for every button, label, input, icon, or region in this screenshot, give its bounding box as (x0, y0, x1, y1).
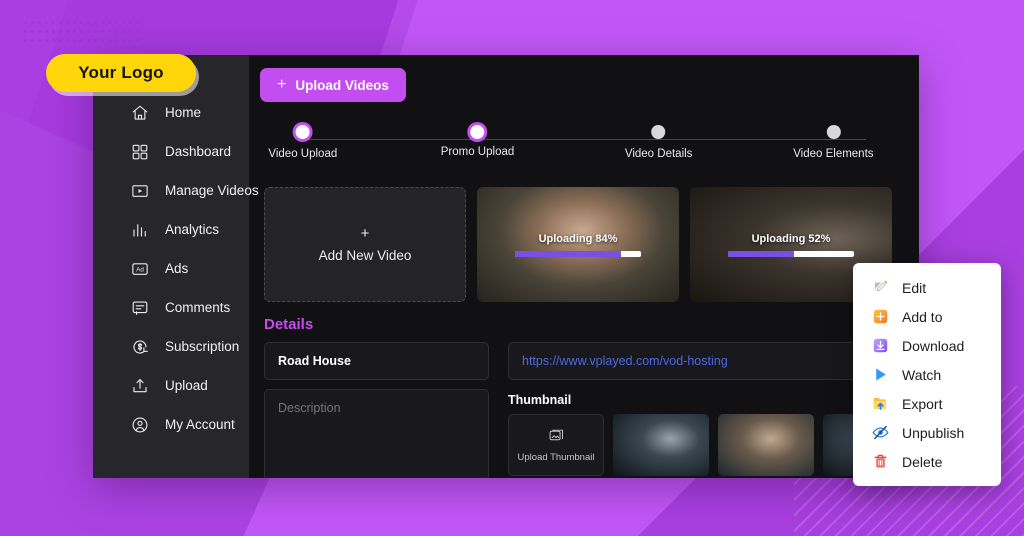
ad-icon: Ad (131, 260, 149, 278)
stepper-step-video-elements[interactable]: Video Elements (793, 125, 873, 160)
sidebar-item-my-account[interactable]: My Account (93, 405, 249, 444)
sidebar-item-label: Ads (165, 261, 188, 276)
video-card-row: + Add New Video Uploading 84% Uploading … (264, 187, 919, 302)
sidebar-item-label: Comments (165, 300, 230, 315)
sidebar-item-dashboard[interactable]: Dashboard (93, 132, 249, 171)
context-menu-label: Unpublish (902, 425, 964, 441)
progress-bar (515, 251, 641, 257)
details-form: Thumbnail Upload Thumbnail (264, 342, 919, 478)
upload-progress: Uploading 52% (690, 233, 892, 257)
play-icon (872, 366, 889, 383)
thumbnail-option[interactable] (718, 414, 814, 476)
sidebar-item-label: Analytics (165, 222, 219, 237)
video-icon (131, 182, 149, 200)
video-title-input[interactable] (264, 342, 489, 380)
sidebar: Home Dashboard Manage Videos Analytics A… (93, 55, 249, 478)
add-to-icon (872, 308, 889, 325)
upload-status-text: Uploading 84% (539, 233, 618, 245)
user-circle-icon (131, 416, 149, 434)
upload-icon (131, 377, 149, 395)
brand-logo-text: Your Logo (78, 63, 164, 83)
image-upload-icon (548, 427, 565, 447)
context-menu-item-edit[interactable]: Edit (853, 273, 1001, 302)
edit-pencil-icon (872, 279, 889, 296)
step-label: Video Elements (793, 148, 873, 160)
sidebar-item-home[interactable]: Home (93, 93, 249, 132)
upload-thumbnail-button[interactable]: Upload Thumbnail (508, 414, 604, 476)
upload-thumbnail-label: Upload Thumbnail (518, 452, 595, 463)
sidebar-item-label: Home (165, 105, 201, 120)
thumbnail-option[interactable] (613, 414, 709, 476)
stepper-step-promo-upload[interactable]: Promo Upload (441, 125, 515, 158)
brand-logo[interactable]: Your Logo (46, 54, 196, 92)
sidebar-item-analytics[interactable]: Analytics (93, 210, 249, 249)
details-heading: Details (264, 316, 919, 333)
context-menu-label: Edit (902, 280, 926, 296)
context-menu-label: Delete (902, 454, 942, 470)
step-label: Video Details (625, 148, 693, 160)
svg-text:Ad: Ad (136, 266, 144, 273)
upload-status-text: Uploading 52% (752, 233, 831, 245)
context-menu-item-watch[interactable]: Watch (853, 360, 1001, 389)
sidebar-item-label: Manage Videos (165, 183, 259, 198)
trash-icon (872, 453, 889, 470)
context-menu-label: Download (902, 338, 964, 354)
export-folder-icon (872, 395, 889, 412)
sidebar-item-comments[interactable]: Comments (93, 288, 249, 327)
uploading-video-card[interactable]: Uploading 84% (477, 187, 679, 302)
video-description-input[interactable] (264, 389, 489, 478)
add-new-video-card[interactable]: + Add New Video (264, 187, 466, 302)
upload-stepper: Video Upload Promo Upload Video Details … (264, 125, 911, 187)
progress-bar (728, 251, 854, 257)
upload-progress: Uploading 84% (477, 233, 679, 257)
sidebar-item-label: My Account (165, 417, 235, 432)
step-label: Video Upload (268, 148, 337, 160)
stepper-track (309, 139, 866, 140)
step-dot (826, 125, 840, 139)
context-menu-item-add-to[interactable]: Add to (853, 302, 1001, 331)
stepper-step-video-details[interactable]: Video Details (625, 125, 693, 160)
screenshot-root: Your Logo Home Dashboard Manage Videos A… (0, 0, 1024, 536)
sidebar-item-label: Subscription (165, 339, 239, 354)
home-icon (131, 104, 149, 122)
comment-icon (131, 299, 149, 317)
sidebar-item-label: Upload (165, 378, 208, 393)
sidebar-item-subscription[interactable]: Subscription (93, 327, 249, 366)
stepper-step-video-upload[interactable]: Video Upload (268, 125, 337, 160)
context-menu-item-delete[interactable]: Delete (853, 447, 1001, 476)
subscription-icon (131, 338, 149, 356)
app-window: Home Dashboard Manage Videos Analytics A… (93, 55, 919, 478)
upload-videos-button[interactable]: + Upload Videos (260, 68, 406, 102)
step-dot (296, 125, 310, 139)
sidebar-item-ads[interactable]: Ad Ads (93, 249, 249, 288)
step-label: Promo Upload (441, 146, 515, 158)
context-menu: Edit Add to Download Watch Export Unpubl… (853, 263, 1001, 486)
details-left-column (264, 342, 489, 478)
context-menu-item-download[interactable]: Download (853, 331, 1001, 360)
sidebar-item-upload[interactable]: Upload (93, 366, 249, 405)
plus-icon: + (361, 226, 370, 241)
grid-icon (131, 143, 149, 161)
context-menu-label: Watch (902, 367, 941, 383)
add-new-video-label: Add New Video (319, 248, 412, 263)
context-menu-item-unpublish[interactable]: Unpublish (853, 418, 1001, 447)
bar-chart-icon (131, 221, 149, 239)
main-content: + Upload Videos Video Upload Promo Uploa… (249, 55, 919, 478)
sidebar-item-manage-videos[interactable]: Manage Videos (93, 171, 249, 210)
upload-videos-label: Upload Videos (295, 78, 389, 93)
step-dot (652, 125, 666, 139)
eye-off-icon (872, 424, 889, 441)
plus-icon: + (277, 77, 286, 93)
context-menu-label: Add to (902, 309, 942, 325)
dot-grid-decoration (22, 18, 142, 44)
context-menu-item-export[interactable]: Export (853, 389, 1001, 418)
step-dot (470, 125, 484, 139)
sidebar-item-label: Dashboard (165, 144, 231, 159)
download-icon (872, 337, 889, 354)
context-menu-label: Export (902, 396, 942, 412)
